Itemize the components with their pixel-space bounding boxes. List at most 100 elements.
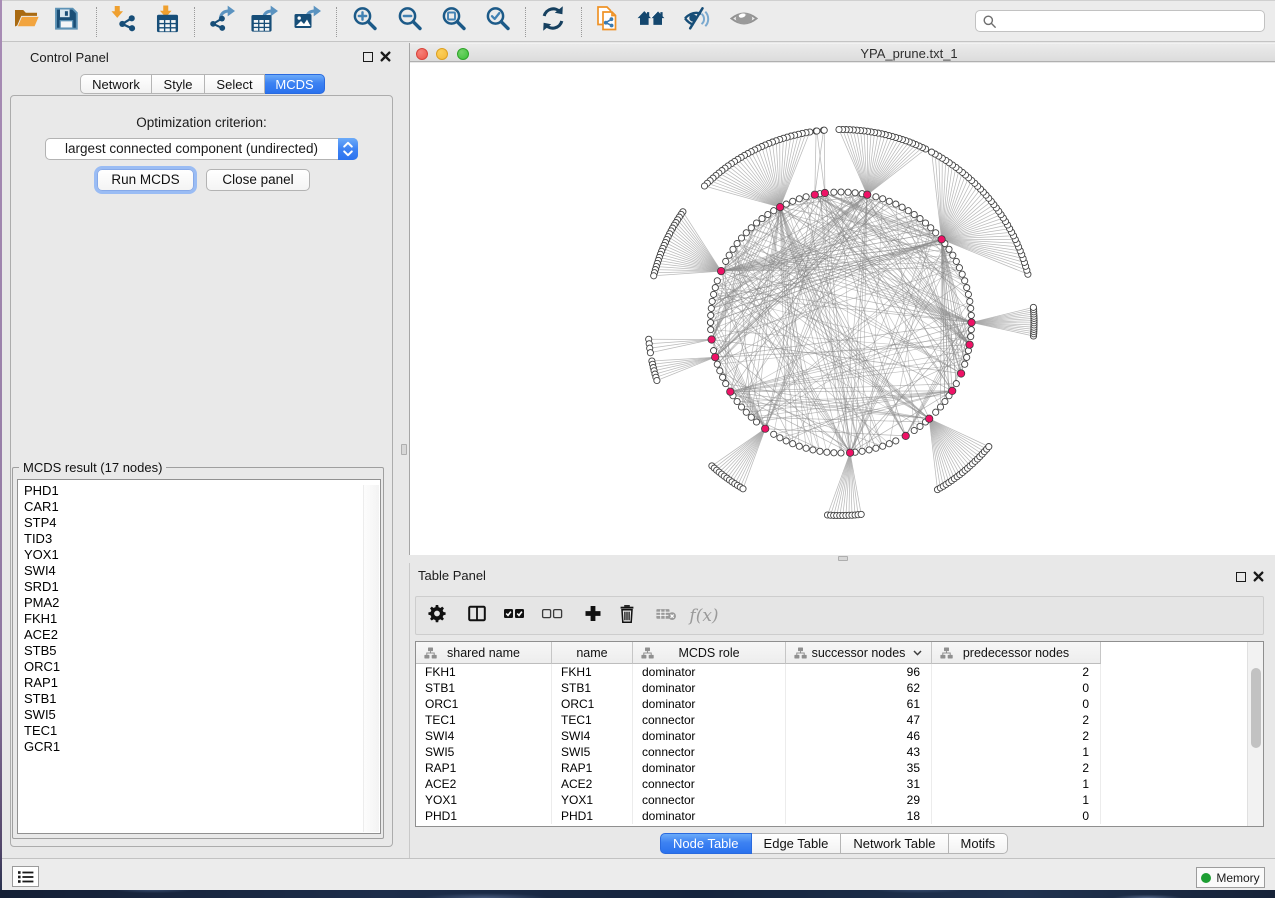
zoom-fit-button[interactable] [440, 5, 468, 38]
splitter-handle[interactable] [401, 444, 407, 455]
mcds-node-item[interactable]: PHD1 [24, 483, 60, 499]
apply-layout-button[interactable] [539, 5, 567, 38]
column-header-shared-name[interactable]: shared name [416, 642, 552, 664]
function-builder-button[interactable]: f(x) [689, 606, 718, 626]
column-header-MCDS-role[interactable]: MCDS role [633, 642, 786, 664]
table-row[interactable]: ORC1ORC1dominator610 [416, 696, 1101, 712]
table-row[interactable]: RAP1RAP1dominator352 [416, 760, 1101, 776]
mcds-node-item[interactable]: STB1 [24, 691, 60, 707]
table-row[interactable]: TEC1TEC1connector472 [416, 712, 1101, 728]
mcds-node-item[interactable]: ORC1 [24, 659, 60, 675]
float-panel-icon[interactable] [363, 52, 373, 62]
mcds-node-item[interactable]: PMA2 [24, 595, 60, 611]
search-input[interactable] [1000, 12, 1258, 30]
cell-shared-name: TEC1 [416, 712, 552, 728]
delete-table-button[interactable] [655, 606, 677, 625]
close-panel-icon[interactable] [1253, 571, 1264, 582]
close-window-button[interactable] [416, 48, 428, 60]
tab-node-table[interactable]: Node Table [660, 833, 752, 854]
vertical-splitter[interactable] [399, 43, 409, 858]
new-network-from-selection-button[interactable] [594, 5, 622, 38]
column-header-predecessor-nodes[interactable]: predecessor nodes [932, 642, 1101, 664]
zoom-out-button[interactable] [396, 5, 424, 38]
mcds-node-item[interactable]: STP4 [24, 515, 60, 531]
cell-MCDS-role: connector [633, 776, 786, 792]
search-box[interactable] [975, 10, 1265, 32]
mcds-node-item[interactable]: SRD1 [24, 579, 60, 595]
cell-shared-name: ORC1 [416, 696, 552, 712]
open-session-button[interactable] [12, 5, 40, 38]
close-panel-button[interactable]: Close panel [206, 169, 310, 191]
zoom-in-button[interactable] [351, 5, 379, 38]
network-window-titlebar[interactable]: YPA_prune.txt_1 [410, 43, 1275, 62]
export-network-button[interactable] [208, 5, 236, 38]
show-column-button[interactable] [466, 603, 488, 628]
mcds-node-item[interactable]: STB5 [24, 643, 60, 659]
create-column-button[interactable] [582, 603, 604, 628]
checked-boxes-icon [502, 603, 526, 623]
cell-name: TEC1 [552, 712, 633, 728]
column-label: successor nodes [812, 646, 906, 660]
column-header-successor-nodes[interactable]: successor nodes [786, 642, 932, 664]
tab-motifs[interactable]: Motifs [949, 833, 1009, 854]
first-neighbors-button[interactable] [637, 5, 665, 38]
zoom-selected-icon [484, 5, 512, 33]
control-panel: Control Panel NetworkStyleSelectMCDS Opt… [2, 43, 399, 858]
close-panel-icon[interactable] [380, 51, 391, 62]
delete-column-button[interactable] [616, 603, 638, 628]
mcds-node-item[interactable]: RAP1 [24, 675, 60, 691]
select-all-button[interactable] [502, 603, 526, 628]
mcds-node-item[interactable]: CAR1 [24, 499, 60, 515]
mcds-node-item[interactable]: TEC1 [24, 723, 60, 739]
table-scrollbar[interactable] [1247, 642, 1263, 826]
float-panel-icon[interactable] [1236, 572, 1246, 582]
tab-select[interactable]: Select [205, 74, 265, 94]
hide-selection-button[interactable] [683, 5, 711, 38]
export-image-button[interactable] [293, 5, 321, 38]
mcds-node-item[interactable]: GCR1 [24, 739, 60, 755]
mcds-node-item[interactable]: SWI5 [24, 707, 60, 723]
table-scrollbar-thumb[interactable] [1251, 668, 1261, 748]
mcds-result-list[interactable]: PHD1CAR1STP4TID3YOX1SWI4SRD1PMA2FKH1ACE2… [17, 479, 381, 834]
table-row[interactable]: SWI5SWI5connector431 [416, 744, 1101, 760]
mcds-node-item[interactable]: TID3 [24, 531, 60, 547]
table-row[interactable]: FKH1FKH1dominator962 [416, 664, 1101, 680]
export-table-button[interactable] [250, 5, 278, 38]
zoom-window-button[interactable] [457, 48, 469, 60]
tab-mcds[interactable]: MCDS [265, 74, 325, 94]
mcds-node-item[interactable]: SWI4 [24, 563, 60, 579]
network-canvas[interactable] [410, 63, 1275, 555]
table-row[interactable]: YOX1YOX1connector291 [416, 792, 1101, 808]
optimization-criterion-select[interactable]: largest connected component (undirected) [45, 138, 358, 160]
table-row[interactable]: ACE2ACE2connector311 [416, 776, 1101, 792]
deselect-all-button[interactable] [540, 603, 564, 628]
table-row[interactable]: PHD1PHD1dominator180 [416, 808, 1101, 824]
column-header-name[interactable]: name [552, 642, 633, 664]
mcds-node-item[interactable]: ACE2 [24, 627, 60, 643]
table-settings-button[interactable] [426, 603, 448, 628]
show-all-button[interactable] [730, 5, 758, 38]
tab-network[interactable]: Network [80, 74, 152, 94]
splitter-handle[interactable] [838, 556, 848, 561]
run-mcds-button[interactable]: Run MCDS [97, 169, 194, 191]
minimize-window-button[interactable] [436, 48, 448, 60]
tab-edge-table[interactable]: Edge Table [752, 833, 842, 854]
mcds-list-scrollbar[interactable] [363, 485, 379, 832]
table-row[interactable]: SWI4SWI4dominator462 [416, 728, 1101, 744]
tab-network-table[interactable]: Network Table [841, 833, 948, 854]
zoom-selected-button[interactable] [484, 5, 512, 38]
network-graph [410, 63, 1275, 555]
import-network-button[interactable] [109, 5, 137, 38]
memory-button[interactable]: Memory [1196, 867, 1265, 888]
trash-icon [616, 603, 638, 623]
table-row[interactable]: STB1STB1dominator620 [416, 680, 1101, 696]
import-table-button[interactable] [153, 5, 181, 38]
mcds-node-item[interactable]: YOX1 [24, 547, 60, 563]
horizontal-splitter[interactable] [409, 555, 1275, 563]
cell-predecessor-nodes: 2 [932, 760, 1101, 776]
panel-list-button[interactable] [12, 866, 39, 887]
cell-MCDS-role: dominator [633, 760, 786, 776]
tab-style[interactable]: Style [152, 74, 205, 94]
mcds-node-item[interactable]: FKH1 [24, 611, 60, 627]
save-session-button[interactable] [52, 5, 80, 38]
